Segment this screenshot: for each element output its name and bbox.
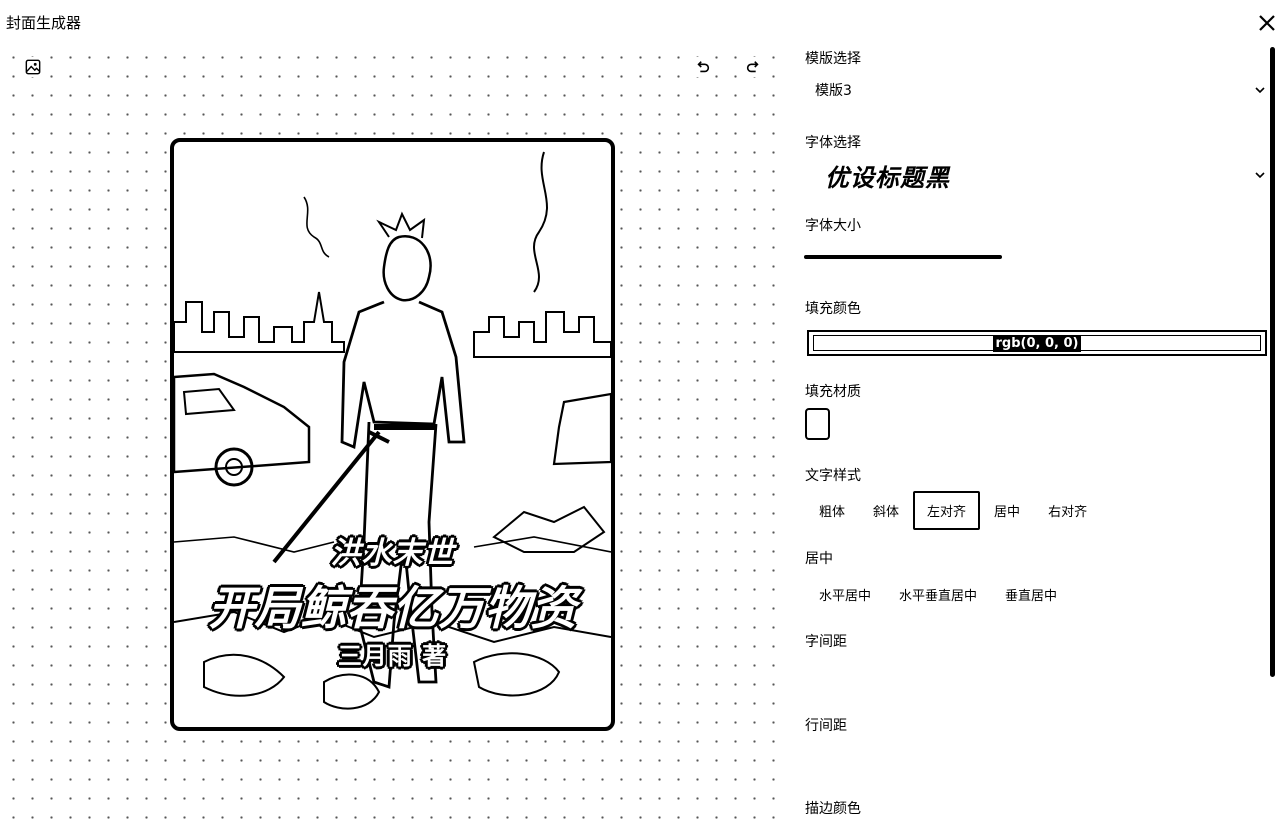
italic-button[interactable]: 斜体 bbox=[859, 491, 913, 530]
stroke-color-label: 描边颜色 bbox=[805, 801, 861, 817]
chevron-down-icon bbox=[1255, 172, 1265, 179]
undo-icon[interactable] bbox=[693, 57, 713, 77]
text-style-options: 粗体 斜体 左对齐 居中 右对齐 bbox=[805, 491, 1101, 530]
both-center-button[interactable]: 水平垂直居中 bbox=[885, 575, 991, 614]
canvas-area[interactable]: 洪水末世 开局鲸吞亿万物资 三月雨 著 bbox=[0, 44, 790, 826]
cover-author[interactable]: 三月雨 著 bbox=[174, 636, 611, 671]
redo-icon[interactable] bbox=[743, 57, 763, 77]
template-select[interactable]: 模版3 bbox=[805, 80, 1267, 100]
book-cover[interactable]: 洪水末世 开局鲸吞亿万物资 三月雨 著 bbox=[170, 138, 615, 731]
font-select[interactable]: 优设标题黑 bbox=[805, 159, 1267, 192]
align-left-button[interactable]: 左对齐 bbox=[913, 491, 981, 530]
texture-swatch[interactable] bbox=[805, 408, 830, 440]
window-title: 封面生成器 bbox=[6, 14, 82, 32]
fill-texture-label: 填充材质 bbox=[805, 384, 861, 400]
template-label: 模版选择 bbox=[805, 51, 861, 67]
align-options: 水平居中 水平垂直居中 垂直居中 bbox=[805, 575, 1071, 614]
font-size-slider[interactable] bbox=[804, 255, 1002, 259]
letter-spacing-label: 字间距 bbox=[805, 634, 847, 650]
text-style-label: 文字样式 bbox=[805, 468, 861, 484]
cover-subtitle[interactable]: 洪水末世 bbox=[174, 528, 611, 572]
image-icon[interactable] bbox=[23, 57, 43, 77]
font-value: 优设标题黑 bbox=[825, 163, 950, 192]
align-center-button[interactable]: 居中 bbox=[980, 491, 1034, 530]
bold-button[interactable]: 粗体 bbox=[805, 491, 859, 530]
fill-color-input[interactable]: rgb(0, 0, 0) bbox=[807, 330, 1267, 356]
font-label: 字体选择 bbox=[805, 135, 861, 151]
line-height-label: 行间距 bbox=[805, 718, 847, 734]
fill-color-label: 填充颜色 bbox=[805, 301, 861, 317]
chevron-down-icon bbox=[1255, 87, 1265, 94]
template-value: 模版3 bbox=[815, 83, 852, 99]
scrollbar[interactable] bbox=[1270, 47, 1275, 677]
align-label: 居中 bbox=[805, 551, 833, 567]
cover-title[interactable]: 开局鲸吞亿万物资 bbox=[174, 572, 611, 638]
font-size-label: 字体大小 bbox=[805, 218, 861, 234]
horizontal-center-button[interactable]: 水平居中 bbox=[805, 575, 885, 614]
align-right-button[interactable]: 右对齐 bbox=[1034, 491, 1101, 530]
vertical-center-button[interactable]: 垂直居中 bbox=[991, 575, 1071, 614]
settings-panel: 模版选择 模版3 字体选择 优设标题黑 字体大小 填充颜色 rgb(0, 0, … bbox=[790, 44, 1280, 826]
fill-color-value: rgb(0, 0, 0) bbox=[992, 334, 1082, 352]
close-icon[interactable] bbox=[1256, 12, 1278, 34]
title-bar: 封面生成器 bbox=[0, 0, 1280, 44]
